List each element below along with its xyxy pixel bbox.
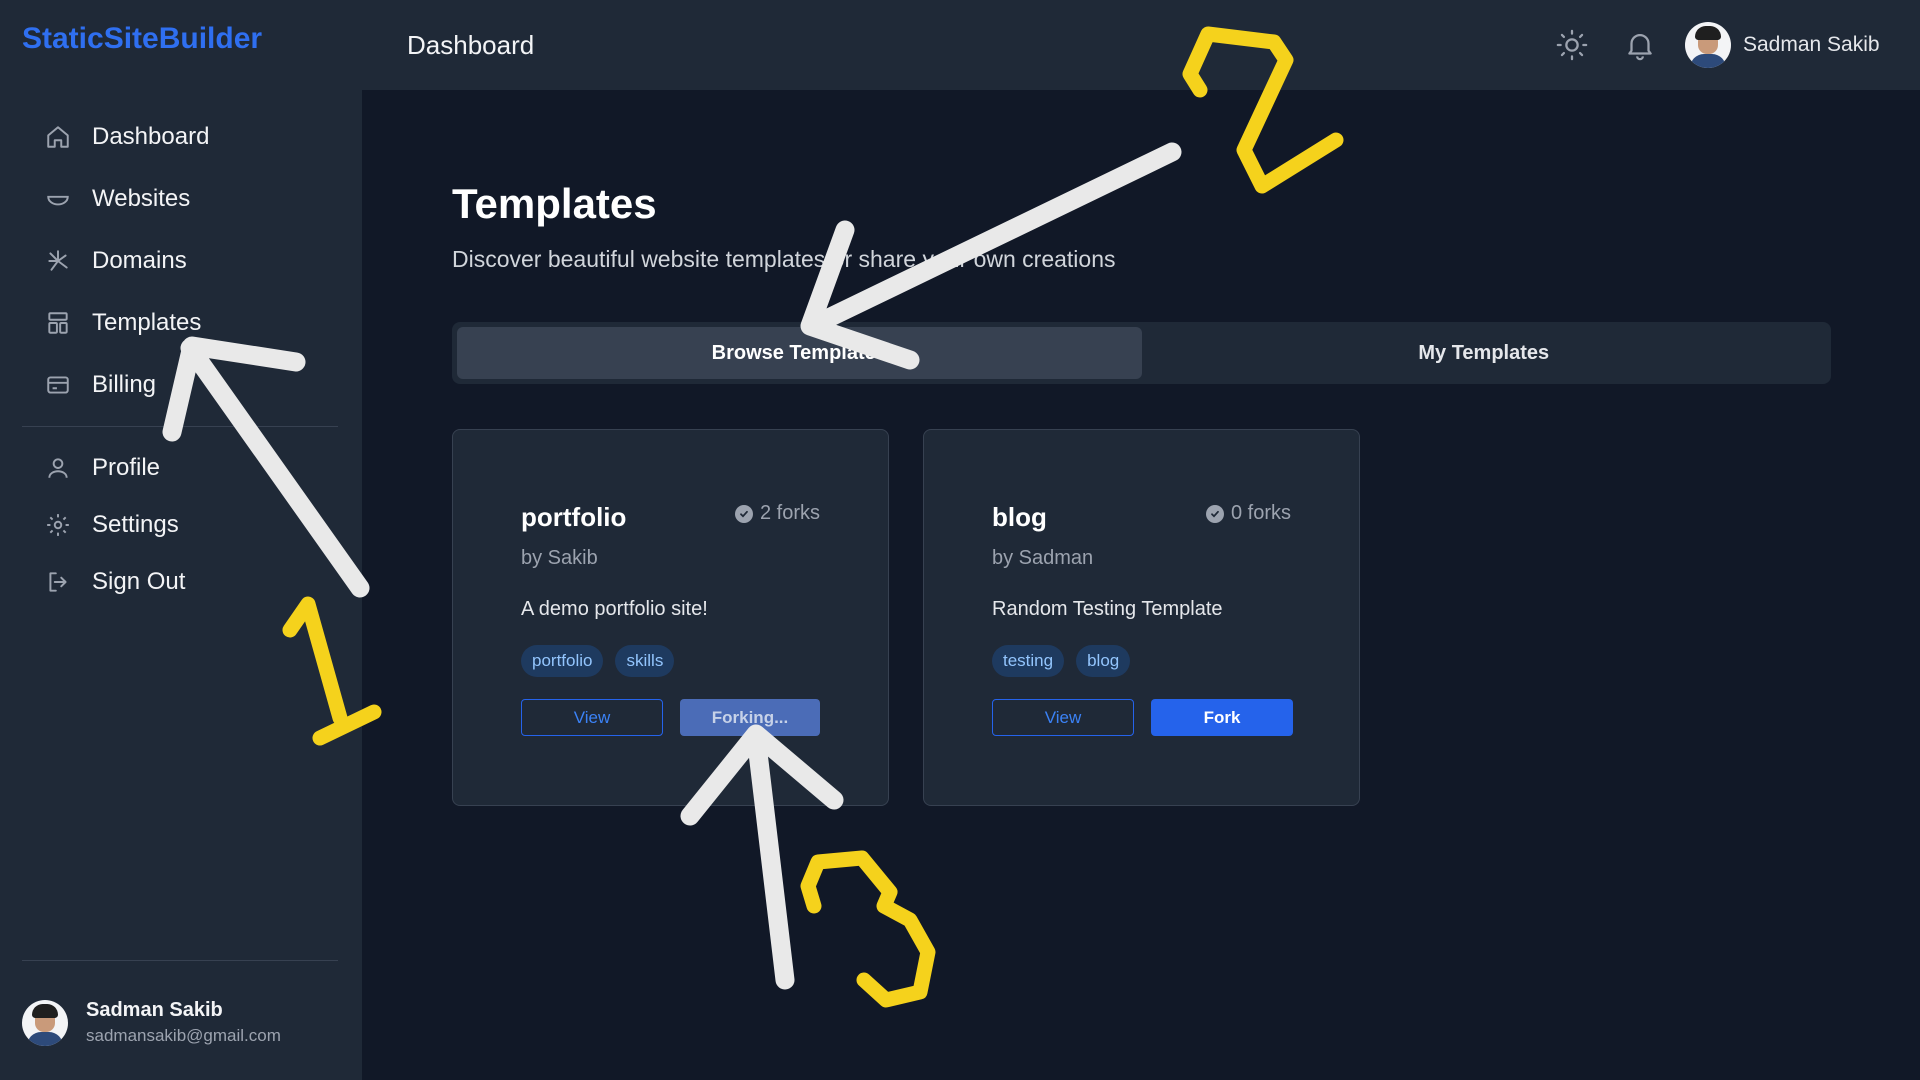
sidebar-item-label: Profile — [92, 453, 161, 481]
tag: skills — [615, 645, 675, 677]
sign-out-icon — [44, 568, 72, 596]
page-subtitle: Discover beautiful website templates or … — [452, 246, 1116, 272]
sidebar-item-settings[interactable]: Settings — [22, 496, 338, 553]
main-content: Templates Discover beautiful website tem… — [362, 90, 1920, 1080]
page-title: Templates — [452, 180, 657, 227]
template-tabs: Browse Templates My Templates — [452, 322, 1831, 384]
tag: blog — [1076, 645, 1131, 677]
fork-count: 0 forks — [1205, 502, 1291, 525]
sidebar-user-name: Sadman Sakib — [86, 999, 223, 1021]
sidebar-item-profile[interactable]: Profile — [22, 439, 338, 496]
header-user-menu[interactable]: Sadman Sakib — [1685, 22, 1880, 68]
sidebar-user-section[interactable]: Sadman Sakib sadmansakib@gmail.com — [22, 960, 338, 1046]
card-description: Random Testing Template — [992, 598, 1223, 620]
header-user-name: Sadman Sakib — [1743, 33, 1880, 56]
card-title: blog — [992, 502, 1047, 532]
fork-button[interactable]: Forking... — [680, 699, 820, 736]
avatar — [1685, 22, 1731, 68]
sidebar-item-label: Billing — [92, 371, 157, 398]
credit-card-icon — [44, 371, 72, 399]
card-actions: View Fork — [992, 699, 1293, 736]
card-tags: testing blog — [992, 645, 1131, 677]
sidebar-item-label: Sign Out — [92, 567, 186, 595]
card-author: by Sadman — [992, 547, 1094, 569]
fork-count: 2 forks — [734, 502, 820, 525]
fork-count-text: 2 forks — [759, 502, 820, 524]
user-icon — [44, 454, 72, 482]
card-title: portfolio — [521, 502, 627, 532]
sidebar-item-domains[interactable]: Domains — [22, 230, 338, 292]
view-button[interactable]: View — [521, 699, 663, 736]
sidebar: StaticSiteBuilder Dashboard Websites Dom… — [0, 0, 362, 1080]
fork-button[interactable]: Fork — [1151, 699, 1293, 736]
sidebar-item-label: Websites — [92, 185, 191, 212]
gear-icon — [44, 511, 72, 539]
card-actions: View Forking... — [521, 699, 820, 736]
sidebar-user-email: sadmansakib@gmail.com — [86, 1026, 281, 1045]
home-icon — [44, 123, 72, 151]
bell-icon[interactable] — [1623, 28, 1657, 62]
card-tags: portfolio skills — [521, 645, 675, 677]
avatar — [22, 999, 68, 1046]
sidebar-item-templates[interactable]: Templates — [22, 292, 338, 354]
sidebar-item-label: Domains — [92, 247, 187, 274]
sidebar-item-dashboard[interactable]: Dashboard — [22, 106, 338, 168]
sidebar-item-sign-out[interactable]: Sign Out — [22, 553, 338, 610]
view-button[interactable]: View — [992, 699, 1134, 736]
fork-count-text: 0 forks — [1230, 502, 1291, 524]
sidebar-item-label: Dashboard — [92, 123, 210, 150]
sidebar-item-label: Templates — [92, 309, 202, 336]
card-author: by Sakib — [521, 547, 598, 569]
tag: testing — [992, 645, 1065, 677]
check-circle-icon — [1205, 504, 1224, 523]
template-card-portfolio: portfolio 2 forks by Sakib A demo portfo… — [452, 429, 889, 806]
tag: portfolio — [521, 645, 604, 677]
template-card-blog: blog 0 forks by Sadman Random Testing Te… — [923, 429, 1360, 806]
brand-logo[interactable]: StaticSiteBuilder — [22, 22, 262, 56]
top-header: Dashboard Sadman Sakib — [362, 0, 1920, 90]
sun-icon[interactable] — [1555, 28, 1589, 62]
layout-icon — [44, 309, 72, 337]
check-circle-icon — [734, 504, 753, 523]
tab-browse-templates[interactable]: Browse Templates — [457, 327, 1142, 379]
network-icon — [44, 247, 72, 275]
card-description: A demo portfolio site! — [521, 598, 708, 620]
sidebar-nav: Dashboard Websites Domains Templates Bil… — [22, 106, 338, 610]
sidebar-item-label: Settings — [92, 510, 179, 538]
tab-my-templates[interactable]: My Templates — [1142, 327, 1827, 379]
bowl-icon — [44, 185, 72, 213]
sidebar-divider — [22, 426, 338, 427]
header-title: Dashboard — [407, 30, 535, 60]
sidebar-item-websites[interactable]: Websites — [22, 168, 338, 230]
sidebar-item-billing[interactable]: Billing — [22, 354, 338, 416]
